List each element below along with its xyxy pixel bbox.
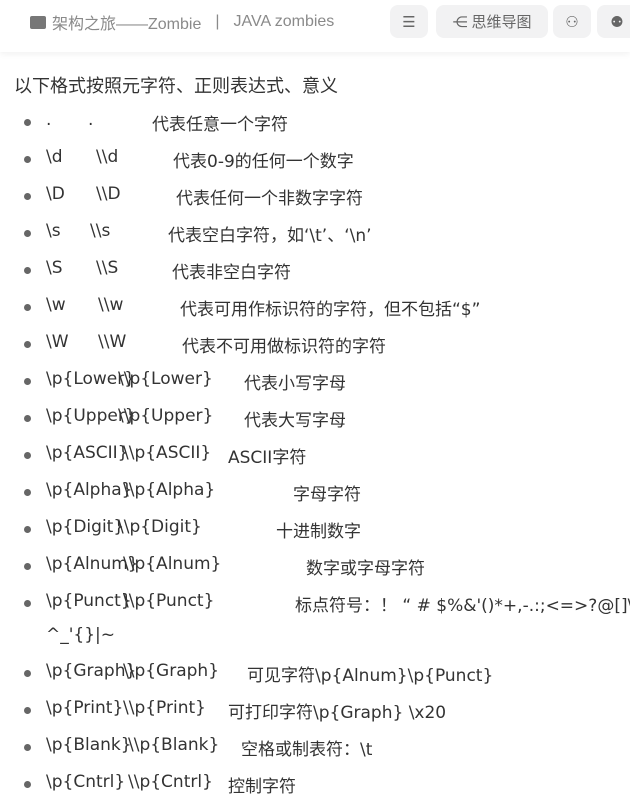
regex: \\d	[96, 147, 119, 167]
bullet	[24, 415, 31, 422]
meaning: 代表不可用做标识符的字符	[182, 337, 386, 357]
regex: \\p{Alnum}	[123, 554, 222, 574]
meaning: 数字或字母字符	[306, 559, 425, 579]
bullet	[24, 378, 31, 385]
meaning: ASCII字符	[228, 448, 307, 468]
regex: \\p{Alpha}	[123, 480, 216, 500]
regex: .	[88, 110, 94, 130]
users-icon: ⚉	[610, 12, 624, 31]
meaning: 字母字符	[293, 485, 361, 505]
metachar: \p{Digit}	[46, 517, 125, 537]
metachar: \p{Print}	[46, 698, 124, 718]
meaning: 代表可用作标识符的字符，但不包括“$”	[180, 300, 481, 320]
regex: \\D	[96, 184, 121, 204]
meaning: 代表0-9的任何一个数字	[173, 152, 354, 172]
mindmap-label: 思维导图	[471, 13, 532, 31]
regex: \\p{Cntrl}	[128, 772, 213, 792]
metachar: \p{Punct}	[46, 591, 132, 611]
bullet	[24, 267, 31, 274]
regex: \\p{Lower}	[118, 369, 213, 389]
bullet	[24, 600, 31, 607]
regex: \\p{Blank}	[128, 735, 220, 755]
meaning-continued: ^_'{}|~	[46, 625, 116, 645]
breadcrumb: 架构之旅——Zombie | JAVA zombies	[30, 10, 334, 34]
meaning: 可打印字符\p{Graph} \x20	[228, 703, 447, 723]
meaning: 控制字符	[228, 777, 296, 797]
metachar: \W	[46, 332, 69, 352]
meaning: 空格或制表符：\t	[241, 740, 373, 760]
graph-button[interactable]: ⚇	[553, 5, 591, 38]
breadcrumb-repo[interactable]: 架构之旅——Zombie	[52, 10, 201, 34]
meaning: 代表小写字母	[244, 374, 346, 394]
bullet	[24, 341, 31, 348]
meaning: 代表任何一个非数字字符	[176, 189, 363, 209]
regex: \\p{Graph}	[123, 661, 220, 681]
collaborators-button[interactable]: ⚉	[597, 5, 630, 38]
metachar: .	[46, 110, 52, 130]
mindmap-icon: ⋲	[452, 12, 468, 31]
metachar: \D	[46, 184, 65, 204]
meaning: 标点符号：！ “ # $%&'()*+,-.:;<=>?@[]\	[295, 596, 630, 616]
bullet	[24, 119, 31, 126]
bullet	[24, 193, 31, 200]
top-bar: 架构之旅——Zombie | JAVA zombies ☰ ⋲ 思维导图 ⚇ ⚉	[0, 0, 630, 52]
bullet	[24, 230, 31, 237]
bullet	[24, 156, 31, 163]
metachar: \w	[46, 295, 66, 315]
bullet	[24, 526, 31, 533]
meaning: 代表任意一个字符	[152, 115, 288, 135]
regex: \\s	[90, 221, 111, 241]
regex: \\p{Print}	[123, 698, 206, 718]
graph-icon: ⚇	[565, 12, 579, 31]
metachar: \p{Alpha}	[46, 480, 133, 500]
metachar: \p{Blank}	[46, 735, 132, 755]
regex: \\S	[96, 258, 119, 278]
breadcrumb-book[interactable]: JAVA zombies	[234, 13, 335, 31]
metachar: \p{ASCII}	[46, 443, 129, 463]
meaning: 代表空白字符，如‘\t’、‘\n’	[168, 226, 372, 246]
breadcrumb-separator: |	[215, 13, 220, 30]
regex: \\p{Punct}	[123, 591, 215, 611]
regex: \\p{Upper}	[118, 406, 214, 426]
mindmap-button[interactable]: ⋲ 思维导图	[436, 5, 548, 38]
bullet	[24, 304, 31, 311]
metachar: \p{Cntrl}	[46, 772, 126, 792]
regex: \\p{ASCII}	[123, 443, 212, 463]
meaning: 代表大写字母	[244, 411, 346, 431]
regex: \\p{Digit}	[118, 517, 202, 537]
intro-text: 以下格式按照元字符、正则表达式、意义	[14, 76, 338, 97]
meaning: 代表非空白字符	[172, 263, 291, 283]
bullet	[24, 563, 31, 570]
metachar: \s	[46, 221, 61, 241]
meaning: 十进制数字	[276, 522, 361, 542]
bullet	[24, 744, 31, 751]
meaning: 可见字符\p{Alnum}\p{Punct}	[247, 666, 494, 686]
bullet	[24, 781, 31, 788]
metachar: \d	[46, 147, 63, 167]
folder-icon	[30, 15, 46, 29]
outline-search-button[interactable]: ☰	[390, 5, 428, 38]
regex: \\W	[98, 332, 127, 352]
bullet	[24, 452, 31, 459]
regex: \\w	[98, 295, 124, 315]
metachar: \S	[46, 258, 63, 278]
search-list-icon: ☰	[402, 12, 416, 31]
bullet	[24, 670, 31, 677]
bullet	[24, 707, 31, 714]
bullet	[24, 489, 31, 496]
